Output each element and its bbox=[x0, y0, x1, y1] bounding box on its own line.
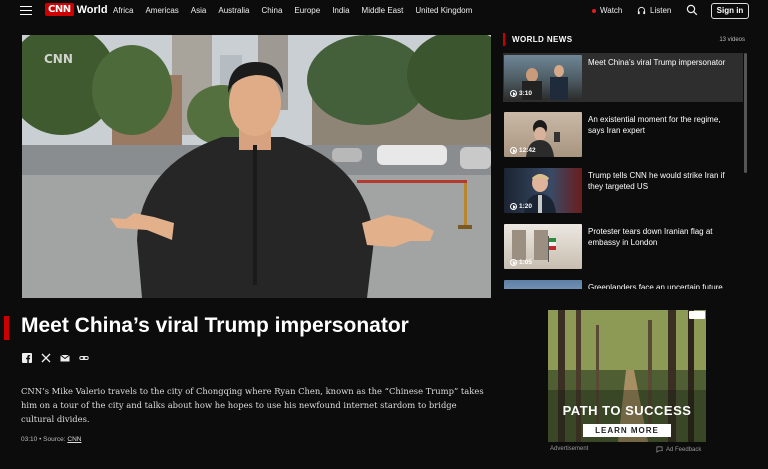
adchoices-icon[interactable] bbox=[689, 311, 705, 319]
play-icon bbox=[510, 259, 517, 266]
video-list-item[interactable]: 12:42 An existential moment for the regi… bbox=[503, 110, 743, 159]
headline-accent-bar bbox=[4, 316, 9, 340]
rail-scrollbar[interactable] bbox=[744, 53, 747, 173]
nav-item-india[interactable]: India bbox=[332, 6, 349, 15]
rail-title: WORLD NEWS bbox=[512, 35, 573, 44]
play-icon bbox=[510, 147, 517, 154]
video-list: 3:10 Meet China’s viral Trump impersonat… bbox=[503, 53, 745, 289]
world-news-rail: WORLD NEWS 13 videos 3:10 Meet China’s v… bbox=[503, 33, 753, 289]
advertisement[interactable]: PATH TO SUCCESS LEARN MORE bbox=[548, 310, 706, 442]
sign-in-button[interactable]: Sign in bbox=[711, 3, 749, 19]
nav-item-europe[interactable]: Europe bbox=[294, 6, 320, 15]
ad-learn-more-button[interactable]: LEARN MORE bbox=[583, 424, 671, 437]
section-name: World bbox=[76, 3, 108, 16]
video-title: Greenlanders face an uncertain future am… bbox=[588, 283, 723, 289]
headphones-icon bbox=[637, 6, 646, 15]
video-title: An existential moment for the regime, sa… bbox=[588, 115, 721, 135]
cnn-logo-mark: CNN bbox=[45, 3, 74, 16]
video-thumbnail bbox=[504, 280, 582, 289]
video-duration: 1:05 bbox=[510, 259, 532, 266]
nav-item-americas[interactable]: Americas bbox=[145, 6, 178, 15]
video-list-item[interactable]: 1:20 Trump tells CNN he would strike Ira… bbox=[503, 166, 743, 215]
video-duration: 12:42 bbox=[510, 147, 536, 154]
source-link[interactable]: CNN bbox=[67, 436, 81, 443]
video-count: 13 videos bbox=[719, 36, 745, 43]
listen-link[interactable]: Listen bbox=[637, 6, 671, 15]
video-title: Trump tells CNN he would strike Iran if … bbox=[588, 171, 725, 191]
rail-header: WORLD NEWS 13 videos bbox=[503, 33, 753, 46]
watch-link[interactable]: Watch bbox=[592, 6, 622, 15]
x-twitter-icon[interactable] bbox=[41, 350, 51, 363]
email-icon[interactable] bbox=[60, 350, 70, 362]
hamburger-menu-icon[interactable] bbox=[20, 6, 32, 16]
watch-label: Watch bbox=[600, 6, 623, 15]
share-bar bbox=[22, 350, 89, 363]
listen-label: Listen bbox=[650, 6, 672, 15]
nav-item-middle-east[interactable]: Middle East bbox=[362, 6, 404, 15]
video-title: Meet China’s viral Trump impersonator bbox=[588, 58, 726, 67]
video-thumbnail: 12:42 bbox=[504, 112, 582, 157]
video-list-item[interactable]: Greenlanders face an uncertain future am… bbox=[503, 278, 743, 289]
nav-item-africa[interactable]: Africa bbox=[113, 6, 133, 15]
page-title: Meet China’s viral Trump impersonator bbox=[21, 314, 409, 337]
video-list-item[interactable]: 3:10 Meet China’s viral Trump impersonat… bbox=[503, 53, 743, 102]
facebook-icon[interactable] bbox=[22, 350, 32, 363]
ad-forest-image bbox=[548, 310, 706, 442]
advertisement-label: Advertisement bbox=[550, 446, 589, 452]
top-navigation-bar: CNN World Africa Americas Asia Australia… bbox=[0, 0, 768, 22]
video-thumbnail: 1:05 bbox=[504, 224, 582, 269]
video-meta: 03:10 • Source: CNN bbox=[21, 436, 81, 443]
live-dot-icon bbox=[592, 8, 596, 13]
copy-link-icon[interactable] bbox=[79, 350, 89, 360]
video-title: Protester tears down Iranian flag at emb… bbox=[588, 227, 713, 247]
cnn-world-logo[interactable]: CNN World bbox=[45, 3, 108, 16]
ad-feedback-link[interactable]: Ad Feedback bbox=[656, 446, 701, 453]
cnn-watermark: CNN bbox=[44, 52, 73, 66]
video-description: CNN’s Mike Valerio travels to the city o… bbox=[21, 386, 484, 424]
video-frame: CNN bbox=[22, 35, 491, 298]
nav-item-united-kingdom[interactable]: United Kingdom bbox=[415, 6, 472, 15]
nav-item-china[interactable]: China bbox=[261, 6, 282, 15]
video-thumbnail: 1:20 bbox=[504, 168, 582, 213]
play-icon bbox=[510, 90, 517, 97]
video-list-item[interactable]: 1:05 Protester tears down Iranian flag a… bbox=[503, 222, 743, 271]
nav-item-australia[interactable]: Australia bbox=[218, 6, 249, 15]
region-nav: Africa Americas Asia Australia China Eur… bbox=[113, 6, 484, 15]
meta-duration: 03:10 • Source: bbox=[21, 436, 68, 443]
video-thumbnail: 3:10 bbox=[504, 55, 582, 100]
video-duration: 1:20 bbox=[510, 203, 532, 210]
search-icon[interactable] bbox=[686, 4, 698, 16]
ad-headline: PATH TO SUCCESS bbox=[562, 403, 692, 418]
play-icon bbox=[510, 203, 517, 210]
nav-item-asia[interactable]: Asia bbox=[191, 6, 207, 15]
feedback-icon bbox=[656, 446, 663, 453]
video-duration: 3:10 bbox=[510, 90, 532, 97]
video-player[interactable]: CNN bbox=[22, 35, 491, 298]
